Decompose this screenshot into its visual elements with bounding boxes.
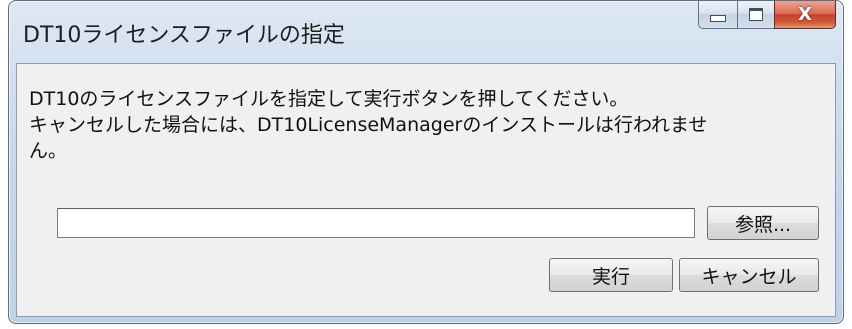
window-title: DT10ライセンスファイルの指定 xyxy=(23,23,345,48)
cancel-button[interactable]: キャンセル xyxy=(679,258,819,292)
close-icon: X xyxy=(798,4,812,25)
caption-buttons: X xyxy=(698,1,836,31)
license-file-path-input[interactable] xyxy=(57,208,695,238)
dialog-body: DT10のライセンスファイルを指定して実行ボタンを押してください。 キャンセルし… xyxy=(16,63,836,317)
close-button[interactable]: X xyxy=(774,1,836,29)
title-bar[interactable]: DT10ライセンスファイルの指定 X xyxy=(9,1,843,63)
run-button[interactable]: 実行 xyxy=(549,258,673,292)
maximize-icon xyxy=(749,8,763,21)
maximize-button[interactable] xyxy=(737,1,775,29)
minimize-icon xyxy=(710,15,726,22)
browse-button[interactable]: 参照... xyxy=(707,206,819,240)
instruction-message: DT10のライセンスファイルを指定して実行ボタンを押してください。 キャンセルし… xyxy=(29,86,829,164)
dialog-window: DT10ライセンスファイルの指定 X DT10のライセンスファイルを指定して実行… xyxy=(8,0,844,324)
message-line-3: ん。 xyxy=(29,140,68,162)
message-line-1: DT10のライセンスファイルを指定して実行ボタンを押してください。 xyxy=(29,88,629,110)
message-line-2: キャンセルした場合には、DT10LicenseManagerのインストールは行わ… xyxy=(29,114,708,136)
minimize-button[interactable] xyxy=(698,1,738,29)
